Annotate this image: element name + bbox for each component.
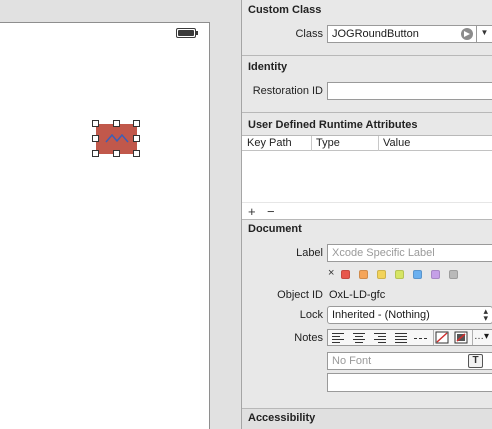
notes-format-toolbar: …▾ [327,329,492,346]
align-left-icon[interactable] [328,331,348,344]
add-attribute-button[interactable]: + [248,204,256,219]
runtime-attributes-title: User Defined Runtime Attributes [248,119,418,131]
lock-value: Inherited - (Nothing) [332,309,430,321]
object-id-value: OxL-LD-gfc [329,289,386,301]
color-swatch-green[interactable] [395,270,404,279]
color-swatch-yellow[interactable] [377,270,386,279]
storyboard-canvas[interactable] [0,0,240,429]
restoration-id-label: Restoration ID [252,85,323,97]
label-label: Label [296,247,323,259]
navigate-arrow-icon[interactable] [461,28,473,40]
notes-text-area[interactable] [327,373,492,392]
color-swatch-orange[interactable] [359,270,368,279]
divider [242,55,492,56]
resize-handle-right[interactable] [133,135,140,142]
color-swatch-red[interactable] [341,270,350,279]
custom-class-title: Custom Class [248,4,322,16]
font-picker-icon[interactable]: T [468,354,483,368]
restoration-id-field[interactable] [327,82,492,100]
notes-label: Notes [294,332,323,344]
resize-handle-left[interactable] [92,135,99,142]
table-footer: + − [242,202,492,219]
identity-inspector: Custom Class Class JOGRoundButton ▼ Iden… [241,0,492,429]
document-title: Document [248,223,302,235]
resize-handle-bottom-right[interactable] [133,150,140,157]
resize-handle-top-left[interactable] [92,120,99,127]
more-icon[interactable]: …▾ [474,331,492,344]
round-button-element[interactable] [92,120,140,157]
color-well-icon[interactable] [454,331,474,344]
identity-title: Identity [248,61,288,73]
notes-font-field[interactable]: No Font T [327,352,492,370]
color-swatch-purple[interactable] [431,270,440,279]
resize-handle-bottom[interactable] [113,150,120,157]
view-controller-scene[interactable] [0,22,210,429]
lock-popup[interactable]: Inherited - (Nothing) ▴ ▾ [327,306,492,324]
resize-handle-bottom-left[interactable] [92,150,99,157]
align-natural-icon[interactable] [412,331,432,344]
class-value: JOGRoundButton [332,28,419,40]
divider [242,219,492,220]
selection-squiggle-icon [105,133,129,143]
column-header-type[interactable]: Type [316,137,340,149]
clear-color-button[interactable]: × [328,267,334,279]
table-header: Key Path Type Value [242,136,492,151]
chevron-down-icon[interactable]: ▼ [476,26,492,42]
remove-attribute-button[interactable]: − [267,204,275,219]
lock-label: Lock [299,309,323,321]
resize-handle-top[interactable] [113,120,120,127]
divider [242,112,492,113]
color-swatch-blue[interactable] [413,270,422,279]
xcode-label-field[interactable]: Xcode Specific Label [327,244,492,262]
battery-icon [176,28,198,38]
object-id-label: Object ID [277,289,323,301]
accessibility-section: Accessibility [242,408,492,429]
color-swatch-gray[interactable] [449,270,458,279]
column-header-key-path[interactable]: Key Path [247,137,292,149]
accessibility-title: Accessibility [248,412,316,424]
resize-handle-top-right[interactable] [133,120,140,127]
class-combo-box[interactable]: JOGRoundButton ▼ [327,25,492,43]
column-header-value[interactable]: Value [383,137,410,149]
align-justify-icon[interactable] [391,331,411,344]
updown-chevron-icon: ▴ ▾ [483,306,488,323]
no-color-icon[interactable] [435,331,455,344]
align-right-icon[interactable] [370,331,390,344]
class-label: Class [295,28,323,40]
align-center-icon[interactable] [349,331,369,344]
